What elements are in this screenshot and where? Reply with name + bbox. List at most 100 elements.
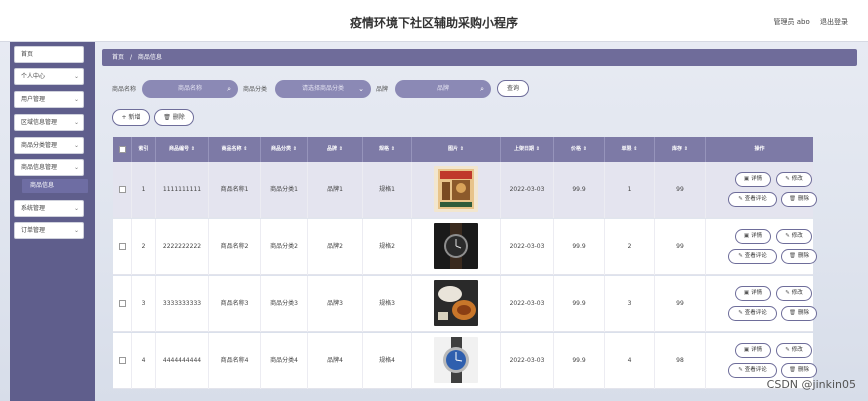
cell-code: 2222222222 — [156, 219, 209, 275]
category-label: 商品分类 — [243, 86, 268, 93]
breadcrumb-separator: / — [129, 54, 132, 61]
comments-label: 查看评论 — [744, 196, 767, 202]
col-limit[interactable]: 单限 ⇕ — [605, 137, 655, 162]
row-select[interactable] — [113, 333, 132, 389]
cell-brand: 品牌1 — [308, 162, 363, 218]
row-select[interactable] — [113, 276, 132, 332]
col-name[interactable]: 商品名称 ⇕ — [209, 137, 261, 162]
breadcrumb-current: 商品信息 — [137, 54, 162, 61]
row-checkbox[interactable] — [119, 300, 126, 307]
book-cover-image[interactable] — [434, 166, 478, 212]
delete-button[interactable]: 🗑 删除 — [781, 363, 817, 378]
col-spec[interactable]: 规格 ⇕ — [363, 137, 412, 162]
sidebar-item-label: 商品分类管理 — [21, 142, 58, 149]
col-image[interactable]: 图片 ⇕ — [412, 137, 501, 162]
chevron-down-icon: ⌄ — [73, 73, 79, 80]
cell-limit: 1 — [605, 162, 655, 218]
cell-code: 1111111111 — [156, 162, 209, 218]
delete-label: 删除 — [797, 367, 809, 373]
detail-button[interactable]: ▣ 详情 — [735, 343, 771, 358]
brand-placeholder: 品牌 — [436, 85, 449, 92]
admin-label: 管理员 abo — [773, 18, 810, 26]
breadcrumb-home[interactable]: 首页 — [112, 54, 124, 61]
cell-name: 商品名称2 — [209, 219, 261, 275]
delete-button[interactable]: 🗑 删除 — [781, 192, 817, 207]
cell-code: 4444444444 — [156, 333, 209, 389]
view-comments-button[interactable]: ✎ 查看评论 — [728, 306, 777, 321]
edit-button[interactable]: ✎ 修改 — [776, 286, 812, 301]
cell-actions: ▣ 详情 ✎ 修改 ✎ 查看评论 🗑 删除 — [706, 219, 817, 275]
col-price[interactable]: 价格 ⇕ — [554, 137, 605, 162]
select-all-checkbox[interactable] — [119, 146, 126, 153]
select-all-header[interactable] — [113, 137, 132, 162]
delete-label: 删除 — [797, 253, 809, 259]
cell-spec: 规格2 — [363, 219, 412, 275]
table-row[interactable]: 1 1111111111 商品名称1 商品分类1 品牌1 规格1 2022-03… — [113, 162, 817, 218]
detail-button[interactable]: ▣ 详情 — [735, 286, 771, 301]
col-brand[interactable]: 品牌 ⇕ — [308, 137, 363, 162]
comments-label: 查看评论 — [744, 253, 767, 259]
sidebar-subitem-goods-info[interactable]: 商品信息 — [22, 179, 88, 193]
detail-button[interactable]: ▣ 详情 — [735, 229, 771, 244]
view-comments-button[interactable]: ✎ 查看评论 — [728, 363, 777, 378]
brand-search-input[interactable]: 品牌 ⌕ — [395, 80, 491, 98]
batch-delete-button[interactable]: 🗑 删除 — [154, 109, 194, 126]
blue-watch-image[interactable] — [434, 337, 478, 383]
sidebar-item-categories[interactable]: 商品分类管理 ⌄ — [14, 137, 84, 154]
col-category[interactable]: 商品分类 ⇕ — [261, 137, 308, 162]
row-select[interactable] — [113, 162, 132, 218]
sidebar-item-label: 系统管理 — [21, 205, 46, 212]
edit-label: 修改 — [791, 176, 803, 182]
cell-name: 商品名称4 — [209, 333, 261, 389]
cell-image — [412, 333, 501, 389]
cell-date: 2022-03-03 — [501, 162, 554, 218]
sidebar-item-goods[interactable]: 商品信息管理 ⌄ — [14, 159, 84, 176]
row-checkbox[interactable] — [119, 243, 126, 250]
delete-button[interactable]: 🗑 删除 — [781, 249, 817, 264]
cell-index: 4 — [132, 333, 156, 389]
table-row[interactable]: 4 4444444444 商品名称4 商品分类4 品牌4 规格4 2022-03… — [113, 333, 817, 389]
sidebar-item-profile[interactable]: 个人中心 ⌄ — [14, 68, 84, 85]
sidebar-item-system[interactable]: 系统管理 ⌄ — [14, 200, 84, 217]
cell-limit: 2 — [605, 219, 655, 275]
cell-category: 商品分类4 — [261, 333, 308, 389]
query-button[interactable]: 查询 — [497, 80, 529, 97]
detail-label: 详情 — [751, 290, 763, 296]
sidebar-item-label: 首页 — [21, 51, 34, 58]
category-select[interactable]: 请选择商品分类 ⌄ — [275, 80, 371, 98]
col-date[interactable]: 上架日期 ⇕ — [501, 137, 554, 162]
detail-icon: ▣ — [743, 290, 750, 296]
cell-stock: 98 — [655, 333, 706, 389]
col-code[interactable]: 商品编号 ⇕ — [156, 137, 209, 162]
sidebar-item-orders[interactable]: 订单管理 ⌄ — [14, 222, 84, 239]
view-comments-button[interactable]: ✎ 查看评论 — [728, 249, 777, 264]
row-checkbox[interactable] — [119, 357, 126, 364]
edit-button[interactable]: ✎ 修改 — [776, 229, 812, 244]
table-row[interactable]: 3 3333333333 商品名称3 商品分类3 品牌3 规格3 2022-03… — [113, 276, 817, 332]
logout-link[interactable]: 退出登录 — [820, 18, 848, 26]
delete-button[interactable]: 🗑 删除 — [781, 306, 817, 321]
view-comments-button[interactable]: ✎ 查看评论 — [728, 192, 777, 207]
food-image[interactable] — [434, 280, 478, 326]
sidebar-item-users[interactable]: 用户管理 ⌄ — [14, 91, 84, 108]
cell-image — [412, 276, 501, 332]
add-button[interactable]: + 新增 — [112, 109, 150, 126]
trash-icon: 🗑 — [789, 310, 796, 316]
delete-label: 删除 — [797, 310, 809, 316]
row-checkbox[interactable] — [119, 186, 126, 193]
sidebar-item-regions[interactable]: 区域信息管理 ⌄ — [14, 114, 84, 131]
edit-button[interactable]: ✎ 修改 — [776, 172, 812, 187]
watch-image[interactable] — [434, 223, 478, 269]
edit-label: 修改 — [791, 233, 803, 239]
chevron-down-icon: ⌄ — [73, 119, 79, 126]
edit-icon: ✎ — [785, 233, 790, 239]
cell-stock: 99 — [655, 276, 706, 332]
cell-brand: 品牌3 — [308, 276, 363, 332]
detail-button[interactable]: ▣ 详情 — [735, 172, 771, 187]
col-stock[interactable]: 库存 ⇕ — [655, 137, 706, 162]
sidebar-item-home[interactable]: 首页 — [14, 46, 84, 63]
edit-button[interactable]: ✎ 修改 — [776, 343, 812, 358]
name-search-input[interactable]: 商品名称 ⌕ — [142, 80, 238, 98]
table-row[interactable]: 2 2222222222 商品名称2 商品分类2 品牌2 规格2 2022-03… — [113, 219, 817, 275]
row-select[interactable] — [113, 219, 132, 275]
